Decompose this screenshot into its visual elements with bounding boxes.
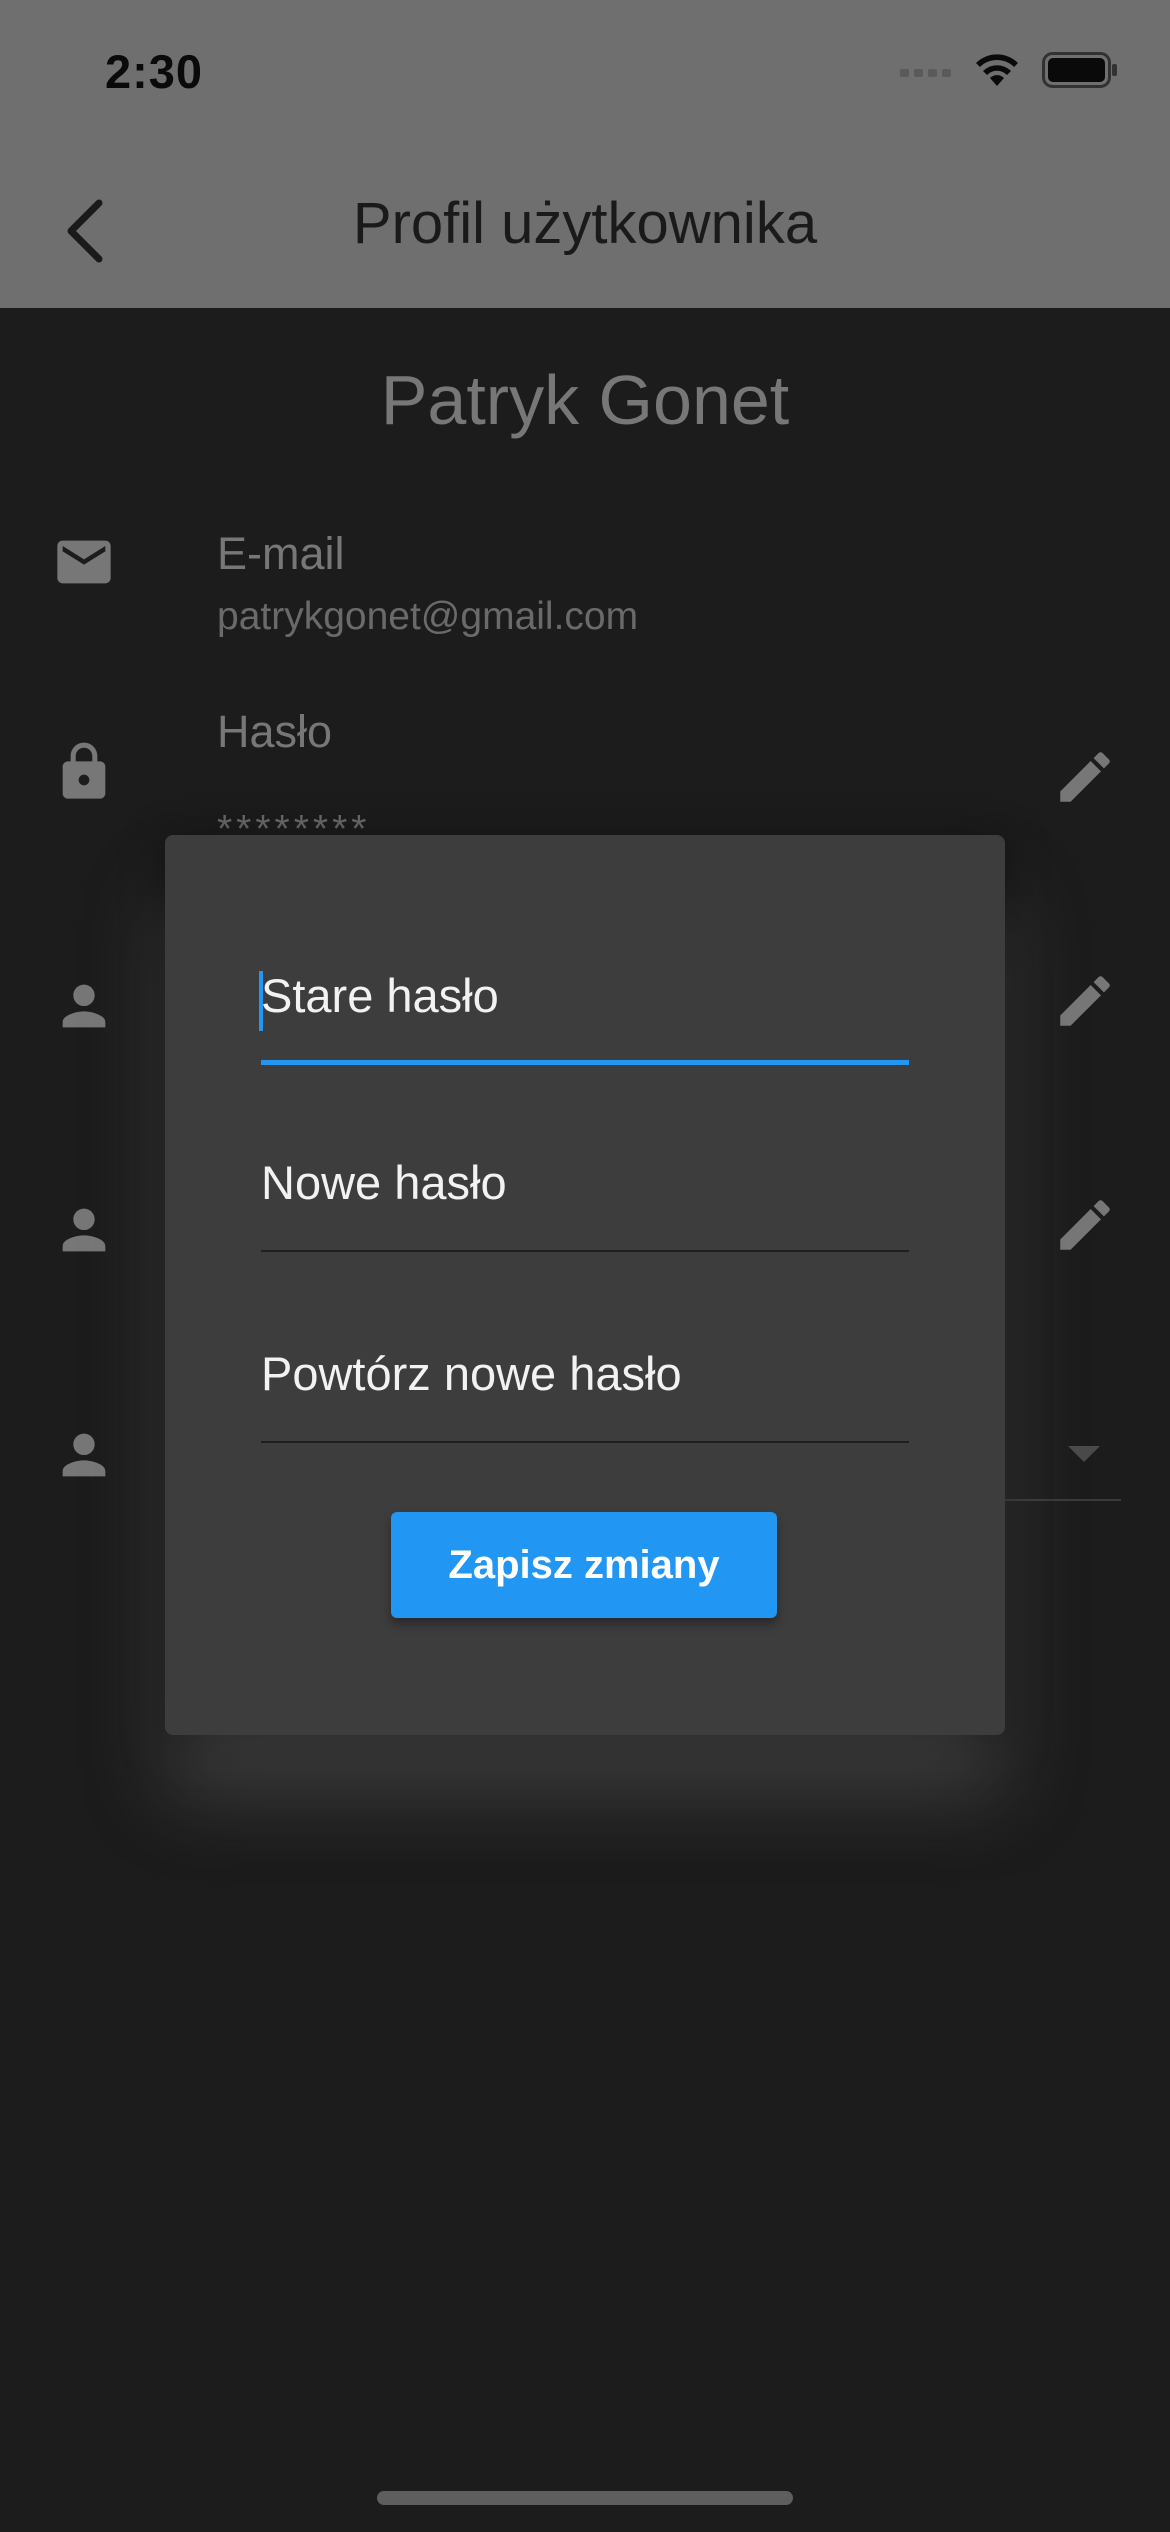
new-password-field[interactable] <box>261 1132 909 1252</box>
password-label: Hasło <box>217 706 333 757</box>
old-password-underline <box>261 1060 909 1065</box>
person-icon <box>62 1208 106 1252</box>
wifi-icon <box>976 54 1018 86</box>
edit-pencil-icon[interactable] <box>1052 1192 1118 1258</box>
home-indicator[interactable] <box>377 2491 793 2505</box>
new-password-underline <box>261 1250 909 1252</box>
battery-icon <box>1042 52 1117 88</box>
cellular-signal-icon <box>900 69 951 77</box>
dropdown-arrow-icon[interactable] <box>1068 1446 1100 1462</box>
edit-pencil-icon[interactable] <box>1052 968 1118 1034</box>
change-password-dialog: Zapisz zmiany <box>165 835 1005 1735</box>
status-bar: 2:30 <box>0 0 1170 148</box>
edit-pencil-icon[interactable] <box>1052 744 1118 810</box>
email-value: patrykgonet@gmail.com <box>217 595 639 638</box>
dropdown-underline <box>1005 1499 1121 1501</box>
old-password-field[interactable] <box>259 945 909 1065</box>
lock-icon <box>62 742 106 799</box>
page-title: Profil użytkownika <box>352 191 818 256</box>
status-time: 2:30 <box>105 45 204 98</box>
old-password-input[interactable] <box>261 945 909 1045</box>
status-icons <box>900 52 1118 88</box>
repeat-password-field[interactable] <box>261 1323 909 1443</box>
app-bar: Profil użytkownika <box>0 148 1170 308</box>
email-label: E-mail <box>217 528 345 579</box>
person-icon <box>62 1433 106 1477</box>
repeat-password-input[interactable] <box>261 1323 909 1423</box>
user-name: Patryk Gonet <box>380 361 790 439</box>
mail-icon <box>57 540 111 584</box>
repeat-password-underline <box>261 1441 909 1443</box>
save-changes-button[interactable]: Zapisz zmiany <box>391 1512 777 1618</box>
person-icon <box>62 984 106 1028</box>
new-password-input[interactable] <box>261 1132 909 1232</box>
